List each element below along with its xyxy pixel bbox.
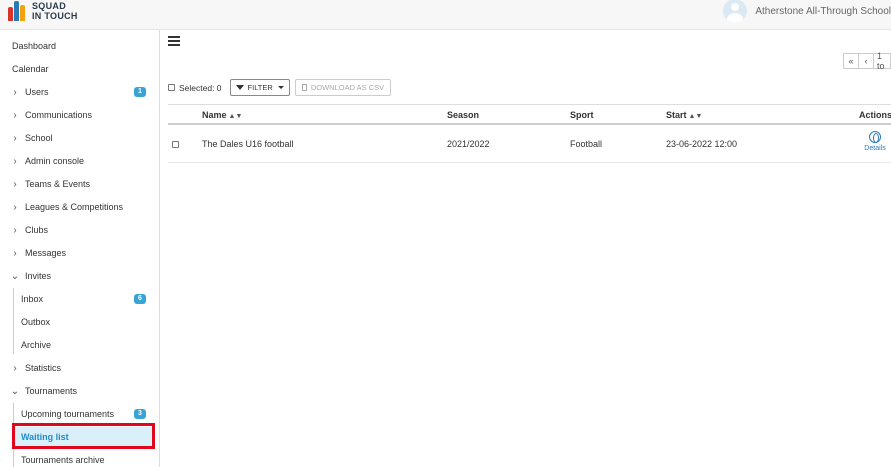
chevron-right-icon: › [13, 132, 17, 144]
sidebar-item-label: Clubs [25, 225, 49, 235]
logo-line1: SQUAD [32, 1, 67, 11]
chevron-right-icon: › [13, 224, 17, 236]
sidebar-item-statistics[interactable]: › Statistics [0, 358, 158, 378]
column-label: Name [202, 110, 227, 120]
sidebar-item-admin-console[interactable]: › Admin console [0, 151, 158, 171]
sidebar-item-school[interactable]: › School [0, 128, 158, 148]
sidebar-item-teams-events[interactable]: › Teams & Events [0, 174, 158, 194]
chevron-right-icon: › [13, 201, 17, 213]
tournaments-table: Name ▲▼ Season Sport Start ▲▼ Actions The … [168, 104, 891, 163]
app-logo[interactable]: SQUAD IN TOUCH [8, 1, 78, 21]
sidebar-item-label: Dashboard [12, 41, 57, 51]
user-menu[interactable]: Atherstone All-Through School [723, 0, 891, 23]
sidebar-item-label: Tournaments [25, 386, 78, 396]
chevron-right-icon: › [13, 247, 17, 259]
download-csv-label: DOWNLOAD AS CSV [310, 83, 385, 92]
sidebar-item-label: Tournaments archive [21, 455, 105, 465]
count-badge: 3 [134, 409, 146, 419]
sidebar-item-label: Inbox [21, 294, 44, 304]
cell-sport: Football [570, 139, 603, 149]
sidebar-item-dashboard[interactable]: Dashboard [0, 36, 158, 56]
sort-icon: ▲▼ [688, 113, 703, 120]
sort-icon: ▲▼ [228, 113, 243, 120]
row-checkbox[interactable] [172, 141, 179, 148]
column-header-actions: Actions [859, 110, 891, 120]
sidebar-item-label: School [25, 133, 53, 143]
sidebar-item-upcoming-tournaments[interactable]: Upcoming tournaments 3 [0, 404, 158, 424]
count-badge: 6 [134, 294, 146, 304]
column-header-start[interactable]: Start ▲▼ [666, 110, 702, 120]
globe-icon [869, 131, 881, 143]
hamburger-menu-icon[interactable] [168, 36, 180, 46]
table-header: Name ▲▼ Season Sport Start ▲▼ Actions [168, 104, 891, 125]
avatar-icon [723, 0, 748, 23]
column-header-sport: Sport [570, 110, 594, 120]
sidebar-item-label: Calendar [12, 64, 49, 74]
sidebar-item-communications[interactable]: › Communications [0, 105, 158, 125]
cell-season: 2021/2022 [447, 139, 490, 149]
sidebar-item-label: Admin console [25, 156, 85, 166]
logo-text: SQUAD IN TOUCH [32, 1, 78, 21]
cell-start: 23-06-2022 12:00 [666, 139, 738, 149]
sidebar: Dashboard Calendar › Users 1 › Communica… [0, 30, 160, 467]
chevron-down-icon: ⌄ [10, 385, 20, 397]
filter-label: FILTER [247, 83, 273, 92]
document-icon [301, 84, 307, 91]
sidebar-item-users[interactable]: › Users 1 [0, 82, 158, 102]
sidebar-item-clubs[interactable]: › Clubs [0, 220, 158, 240]
column-label: Start [666, 110, 687, 120]
download-csv-button[interactable]: DOWNLOAD AS CSV [294, 79, 392, 96]
sidebar-item-tournaments-archive[interactable]: Tournaments archive [0, 450, 158, 467]
table-toolbar: Selected: 0 FILTER DOWNLOAD AS CSV [168, 79, 392, 96]
sidebar-item-calendar[interactable]: Calendar [0, 59, 158, 79]
top-bar: SQUAD IN TOUCH Atherstone All-Through Sc… [0, 0, 891, 30]
details-label: Details [864, 145, 886, 152]
sidebar-item-label: Invites [25, 271, 52, 281]
sidebar-item-label: Leagues & Competitions [25, 202, 124, 212]
chevron-right-icon: › [13, 155, 17, 167]
pagination: « ‹ 1 to [843, 51, 891, 71]
sidebar-item-label: Messages [25, 248, 67, 258]
sidebar-item-messages[interactable]: › Messages [0, 243, 158, 263]
sidebar-item-outbox[interactable]: Outbox [0, 312, 158, 332]
logo-icon [8, 1, 28, 21]
chevron-down-icon: ⌄ [10, 270, 20, 282]
organisation-name: Atherstone All-Through School [755, 5, 891, 17]
column-header-season: Season [447, 110, 480, 120]
sidebar-item-label: Outbox [21, 317, 51, 327]
chevron-right-icon: › [13, 109, 17, 121]
details-action[interactable]: Details [861, 131, 889, 152]
sidebar-item-inbox[interactable]: Inbox 6 [0, 289, 158, 309]
page-range: 1 to [873, 51, 891, 71]
filter-icon [235, 85, 244, 90]
logo-line2: IN TOUCH [32, 11, 78, 21]
highlight-annotation [12, 423, 155, 449]
filter-button[interactable]: FILTER [229, 79, 290, 96]
count-badge: 1 [134, 87, 146, 97]
caret-down-icon [277, 86, 284, 89]
sidebar-item-label: Upcoming tournaments [21, 409, 115, 419]
previous-page-button[interactable]: ‹ [858, 53, 874, 69]
sidebar-item-tournaments[interactable]: ⌄ Tournaments [0, 381, 158, 401]
sidebar-item-label: Users [25, 87, 49, 97]
cell-name: The Dales U16 football [202, 139, 294, 149]
sidebar-item-leagues-competitions[interactable]: › Leagues & Competitions [0, 197, 158, 217]
chevron-right-icon: › [13, 86, 17, 98]
first-page-button[interactable]: « [843, 53, 859, 69]
select-all-checkbox[interactable] [168, 84, 175, 91]
sidebar-item-label: Teams & Events [25, 179, 91, 189]
sidebar-item-label: Communications [25, 110, 93, 120]
table-row: The Dales U16 football 2021/2022 Footbal… [168, 125, 891, 163]
sidebar-item-archive[interactable]: Archive [0, 335, 158, 355]
column-header-name[interactable]: Name ▲▼ [202, 110, 242, 120]
sidebar-item-label: Archive [21, 340, 52, 350]
chevron-right-icon: › [13, 178, 17, 190]
chevron-right-icon: › [13, 362, 17, 374]
sidebar-item-label: Statistics [25, 363, 62, 373]
selected-count: Selected: 0 [179, 82, 222, 93]
sidebar-item-invites[interactable]: ⌄ Invites [0, 266, 158, 286]
